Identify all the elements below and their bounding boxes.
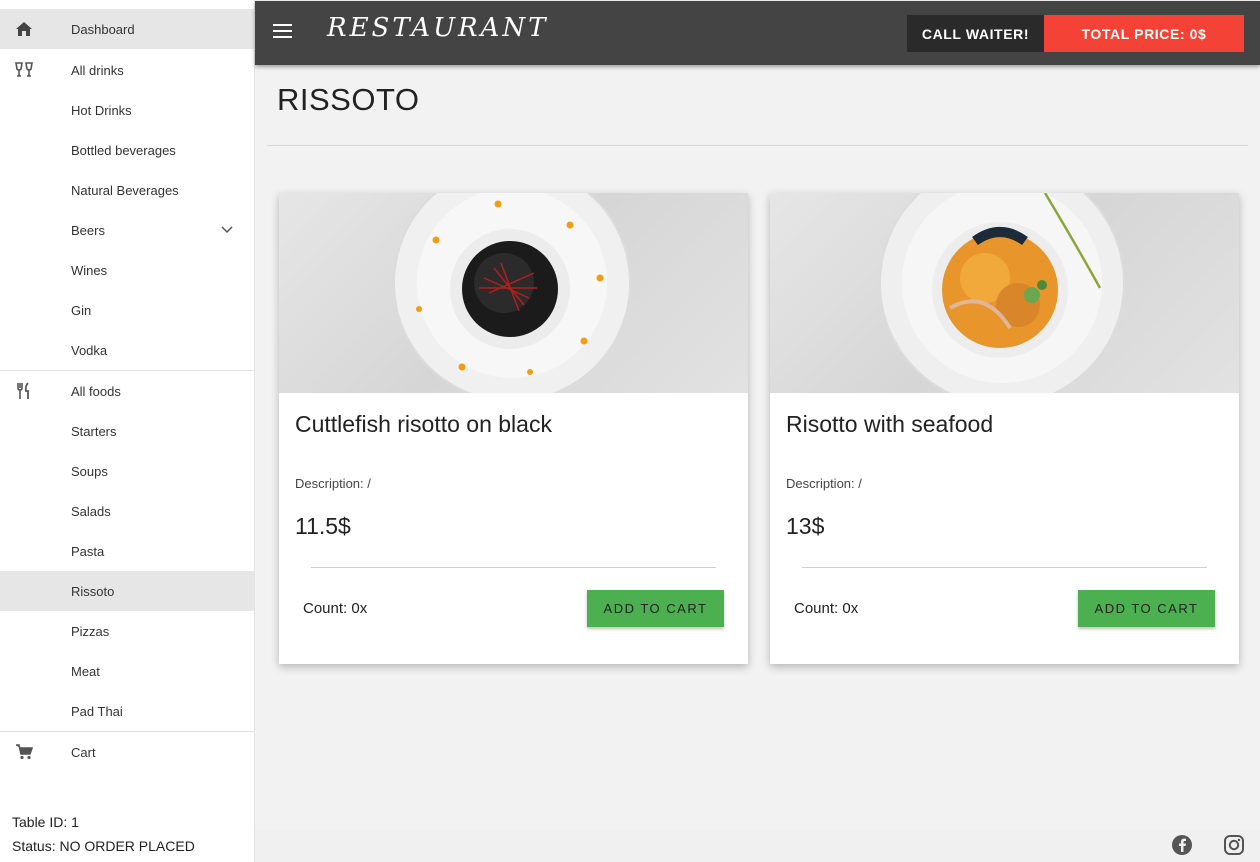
product-price: 13$ <box>786 513 825 539</box>
sidebar-item-pad-thai[interactable]: Pad Thai <box>0 691 254 731</box>
sidebar-item-label: Wines <box>71 262 108 278</box>
product-image <box>770 193 1239 393</box>
sidebar-item-label: Pasta <box>71 543 105 559</box>
sidebar-item-meat[interactable]: Meat <box>0 651 254 691</box>
sidebar-item-all-foods[interactable]: All foods <box>0 371 254 411</box>
sidebar-item-label: Natural Beverages <box>71 182 179 198</box>
card-divider <box>802 567 1207 568</box>
product-card: Cuttlefish risotto on black Description:… <box>279 193 748 664</box>
sidebar: Dashboard All drinks Hot Drinks Bottled … <box>0 0 255 862</box>
sidebar-item-label: Dashboard <box>71 21 135 37</box>
sidebar-item-label: Cart <box>71 744 96 760</box>
table-info: Table ID: 1 Status: NO ORDER PLACED <box>12 810 195 858</box>
sidebar-item-label: Soups <box>71 463 108 479</box>
glasses-icon <box>13 61 35 79</box>
sidebar-item-label: Meat <box>71 663 100 679</box>
sidebar-item-label: All drinks <box>71 62 124 78</box>
product-description: Description: / <box>786 476 862 491</box>
chevron-down-icon[interactable] <box>220 222 234 239</box>
sidebar-item-label: Rissoto <box>71 583 115 599</box>
page-title: RISSOTO <box>277 82 420 117</box>
product-card: Risotto with seafood Description: / 13$ … <box>770 193 1239 664</box>
sidebar-item-label: Pad Thai <box>71 703 123 719</box>
add-to-cart-button[interactable]: ADD TO CART <box>1078 590 1215 627</box>
facebook-icon[interactable] <box>1171 834 1193 856</box>
product-name: Cuttlefish risotto on black <box>295 411 552 437</box>
sidebar-item-soups[interactable]: Soups <box>0 451 254 491</box>
product-name: Risotto with seafood <box>786 411 994 437</box>
sidebar-item-salads[interactable]: Salads <box>0 491 254 531</box>
sidebar-item-label: Starters <box>71 423 117 439</box>
sidebar-item-rissoto[interactable]: Rissoto <box>0 571 254 611</box>
home-icon <box>13 20 35 38</box>
call-waiter-button[interactable]: CALL WAITER! <box>907 15 1044 52</box>
brand-logo: RESTAURANT <box>327 13 549 43</box>
menu-icon[interactable] <box>273 24 293 42</box>
instagram-icon[interactable] <box>1223 834 1245 856</box>
card-divider <box>311 567 716 568</box>
sidebar-item-gin[interactable]: Gin <box>0 290 254 330</box>
sidebar-item-dashboard[interactable]: Dashboard <box>0 9 254 49</box>
cart-icon <box>13 743 35 761</box>
title-divider <box>267 145 1248 146</box>
utensils-icon <box>13 382 35 400</box>
sidebar-item-label: Gin <box>71 302 92 318</box>
sidebar-item-wines[interactable]: Wines <box>0 250 254 290</box>
product-price: 11.5$ <box>295 513 351 539</box>
product-count: Count: 0x <box>794 600 859 617</box>
sidebar-item-pizzas[interactable]: Pizzas <box>0 611 254 651</box>
sidebar-item-vodka[interactable]: Vodka <box>0 330 254 370</box>
sidebar-item-hot-drinks[interactable]: Hot Drinks <box>0 90 254 130</box>
add-to-cart-button[interactable]: ADD TO CART <box>587 590 724 627</box>
sidebar-item-label: Salads <box>71 503 111 519</box>
sidebar-item-cart[interactable]: Cart <box>0 732 254 772</box>
page-footer <box>255 829 1260 862</box>
sidebar-item-label: Pizzas <box>71 623 110 639</box>
sidebar-item-label: Bottled beverages <box>71 142 176 158</box>
product-image <box>279 193 748 393</box>
product-count: Count: 0x <box>303 600 368 617</box>
sidebar-item-label: All foods <box>71 383 121 399</box>
sidebar-item-label: Hot Drinks <box>71 102 132 118</box>
sidebar-item-label: Beers <box>71 222 105 238</box>
order-status: Status: NO ORDER PLACED <box>12 838 195 854</box>
sidebar-item-natural-beverages[interactable]: Natural Beverages <box>0 170 254 210</box>
table-id: Table ID: 1 <box>12 814 79 830</box>
top-bar: RESTAURANT CALL WAITER! TOTAL PRICE: 0$ <box>255 1 1260 65</box>
sidebar-item-label: Vodka <box>71 342 108 358</box>
sidebar-item-starters[interactable]: Starters <box>0 411 254 451</box>
sidebar-item-pasta[interactable]: Pasta <box>0 531 254 571</box>
sidebar-item-bottled-beverages[interactable]: Bottled beverages <box>0 130 254 170</box>
sidebar-item-beers[interactable]: Beers <box>0 210 254 250</box>
total-price-button[interactable]: TOTAL PRICE: 0$ <box>1044 15 1244 52</box>
product-description: Description: / <box>295 476 371 491</box>
sidebar-item-all-drinks[interactable]: All drinks <box>0 50 254 90</box>
